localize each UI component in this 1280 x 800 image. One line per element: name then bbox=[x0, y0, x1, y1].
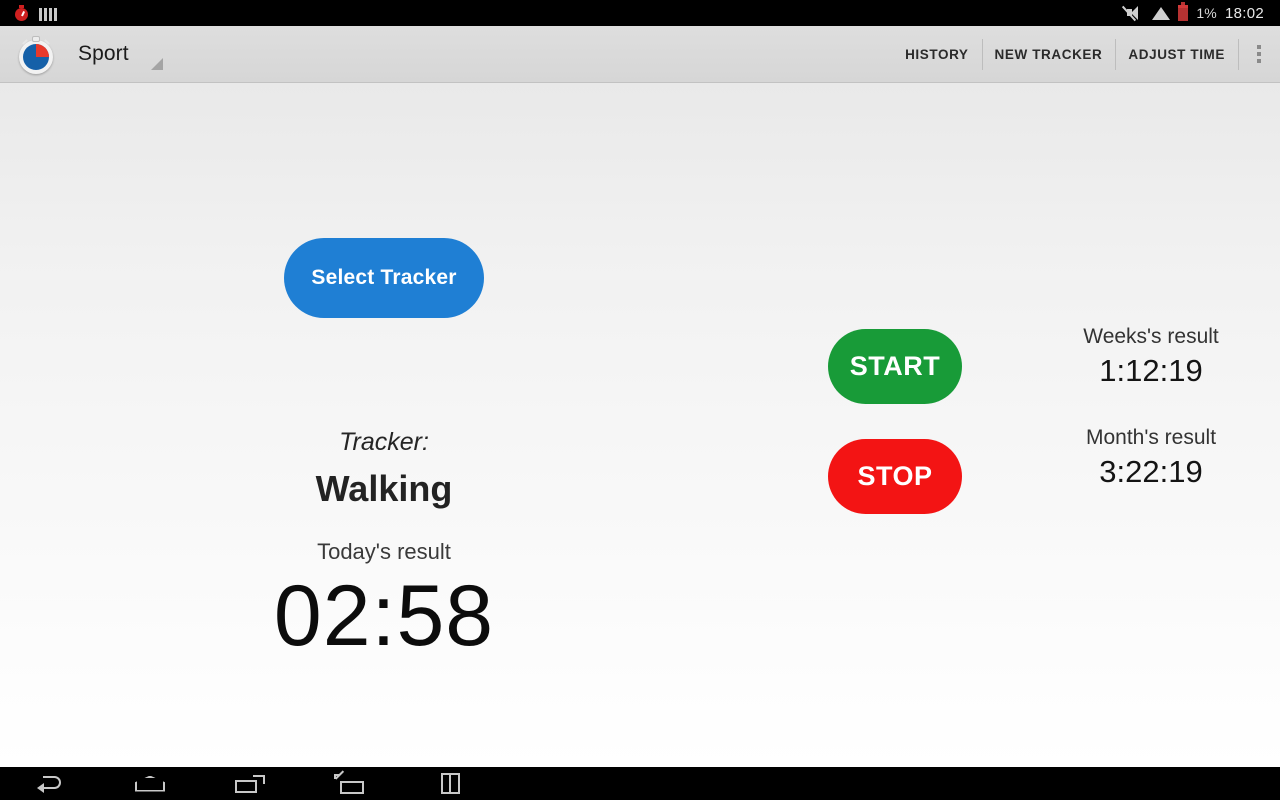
tablet-screen: 1% 18:02 Sport HISTORY NEW TRACKER ADJUS… bbox=[0, 0, 1280, 800]
floating-window-icon bbox=[334, 769, 366, 794]
app-title[interactable]: Sport bbox=[78, 42, 129, 66]
stop-button[interactable]: STOP bbox=[828, 439, 962, 514]
action-adjust-time-button[interactable]: ADJUST TIME bbox=[1115, 26, 1238, 83]
stopwatch-notification-icon bbox=[14, 5, 29, 21]
select-tracker-button[interactable]: Select Tracker bbox=[284, 238, 484, 318]
wifi-icon bbox=[1152, 6, 1171, 20]
nav-split-screen-button[interactable] bbox=[400, 767, 500, 800]
main-content: Select Tracker Tracker: Walking Today's … bbox=[0, 83, 1280, 767]
home-icon bbox=[135, 775, 165, 792]
nav-home-button[interactable] bbox=[100, 767, 200, 800]
volume-muted-icon bbox=[1122, 5, 1144, 22]
status-bar-notifications bbox=[14, 5, 57, 21]
weeks-result-value: 1:12:19 bbox=[1099, 353, 1203, 388]
nav-recents-button[interactable] bbox=[200, 767, 300, 800]
months-result-value: 3:22:19 bbox=[1099, 454, 1203, 489]
weeks-result-block: Weeks's result 1:12:19 bbox=[1022, 325, 1280, 389]
action-history-button[interactable]: HISTORY bbox=[892, 26, 981, 83]
weeks-result-label: Weeks's result bbox=[1083, 325, 1219, 348]
battery-level-text: 1% bbox=[1196, 5, 1217, 21]
action-new-tracker-button[interactable]: NEW TRACKER bbox=[981, 26, 1116, 83]
back-arrow-icon bbox=[37, 775, 63, 793]
status-bar: 1% 18:02 bbox=[0, 0, 1280, 26]
dropdown-triangle-icon[interactable] bbox=[150, 58, 163, 70]
status-bar-clock: 18:02 bbox=[1224, 4, 1264, 22]
nav-floating-window-button[interactable] bbox=[300, 767, 400, 800]
months-result-block: Month's result 3:22:19 bbox=[1022, 426, 1280, 490]
stopwatch-app-icon bbox=[16, 34, 56, 74]
action-bar-actions: HISTORY NEW TRACKER ADJUST TIME bbox=[892, 26, 1280, 83]
recent-apps-icon bbox=[235, 774, 265, 793]
nav-back-button[interactable] bbox=[0, 767, 100, 800]
action-bar: Sport HISTORY NEW TRACKER ADJUST TIME bbox=[0, 26, 1280, 83]
months-result-label: Month's result bbox=[1085, 426, 1217, 449]
equalizer-bars-icon bbox=[39, 6, 57, 21]
navigation-bar bbox=[0, 767, 1280, 800]
split-screen-icon bbox=[440, 773, 460, 794]
status-bar-system-icons: 1% 18:02 bbox=[1122, 2, 1272, 22]
start-button[interactable]: START bbox=[828, 329, 962, 404]
tracker-caption: Tracker: bbox=[339, 428, 429, 456]
battery-low-icon bbox=[1178, 2, 1189, 21]
tracker-name: Walking bbox=[315, 468, 453, 509]
overflow-menu-icon[interactable] bbox=[1238, 26, 1280, 83]
today-result-label: Today's result bbox=[317, 539, 451, 564]
today-result-time: 02:58 bbox=[273, 568, 495, 664]
